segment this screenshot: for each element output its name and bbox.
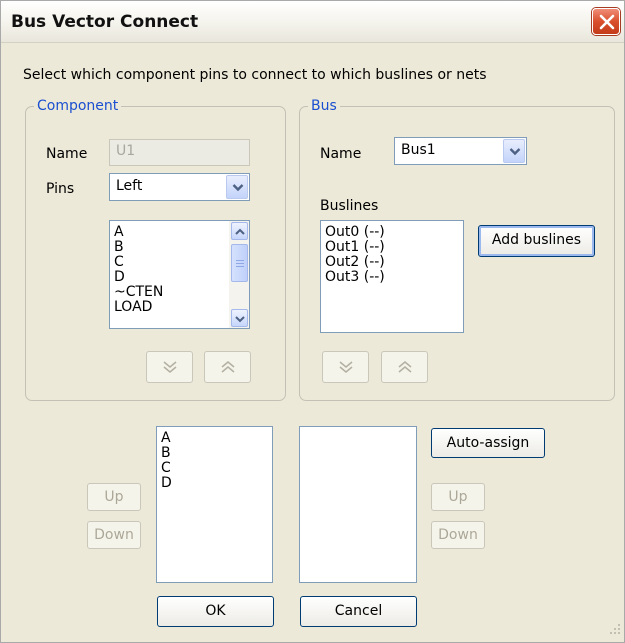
pin-list-scrollbar[interactable] [229,221,249,328]
bus-name-value: Bus1 [401,142,436,158]
pins-dropdown-button[interactable] [226,175,248,199]
left-down-button[interactable]: Down [87,521,141,549]
instructions-text: Select which component pins to connect t… [23,67,487,83]
resize-grip-icon[interactable] [609,623,621,639]
assigned-buslines-list[interactable] [299,426,417,583]
cancel-button[interactable]: Cancel [300,596,417,627]
bus-move-up-button[interactable] [381,351,428,383]
component-pin-list[interactable]: A B C D ~CTEN LOAD [109,220,250,329]
list-item[interactable]: Out2 (--) [321,255,463,270]
bus-group-legend: Bus [311,98,337,114]
assigned-pins-list[interactable]: A B C D [156,426,273,583]
scroll-thumb[interactable] [231,244,248,282]
list-item[interactable]: Out3 (--) [321,270,463,285]
ok-label: OK [205,603,226,619]
bus-dropdown-button[interactable] [503,139,525,163]
right-down-button[interactable]: Down [431,521,485,549]
window-title: Bus Vector Connect [11,12,199,32]
list-item[interactable]: B [157,446,272,461]
bus-vector-connect-dialog: Bus Vector Connect Select which componen… [0,0,625,643]
scroll-down-button[interactable] [231,309,248,327]
left-up-button[interactable]: Up [87,483,141,511]
add-buslines-label: Add buslines [491,232,582,248]
pins-label: Pins [46,181,75,197]
left-down-label: Down [94,527,134,543]
component-name-value: U1 [116,143,136,159]
right-down-label: Down [438,527,478,543]
buslines-label: Buslines [320,198,379,214]
bus-name-select[interactable]: Bus1 [394,137,527,165]
right-up-label: Up [448,489,468,505]
component-name-label: Name [46,146,88,162]
component-move-down-button[interactable] [146,351,193,383]
list-item[interactable]: D [157,476,272,491]
left-up-label: Up [104,489,124,505]
auto-assign-button[interactable]: Auto-assign [431,428,545,458]
pins-select-value: Left [116,178,143,194]
component-group-legend: Component [37,98,119,114]
ok-button[interactable]: OK [157,596,274,627]
title-bar[interactable]: Bus Vector Connect [1,1,624,43]
bus-name-label: Name [320,146,362,162]
component-move-up-button[interactable] [204,351,251,383]
cancel-label: Cancel [334,603,383,619]
busline-list[interactable]: Out0 (--) Out1 (--) Out2 (--) Out3 (--) [320,220,464,333]
list-item[interactable]: Out1 (--) [321,240,463,255]
right-up-button[interactable]: Up [431,483,485,511]
list-item[interactable]: A [157,431,272,446]
close-button[interactable] [592,8,620,35]
list-item[interactable]: C [157,461,272,476]
list-item[interactable]: Out0 (--) [321,225,463,240]
component-name-field: U1 [109,139,250,166]
add-buslines-button[interactable]: Add buslines [478,225,595,257]
pins-select[interactable]: Left [109,173,250,201]
bus-move-down-button[interactable] [322,351,369,383]
auto-assign-label: Auto-assign [446,435,530,451]
scroll-up-button[interactable] [231,222,248,240]
